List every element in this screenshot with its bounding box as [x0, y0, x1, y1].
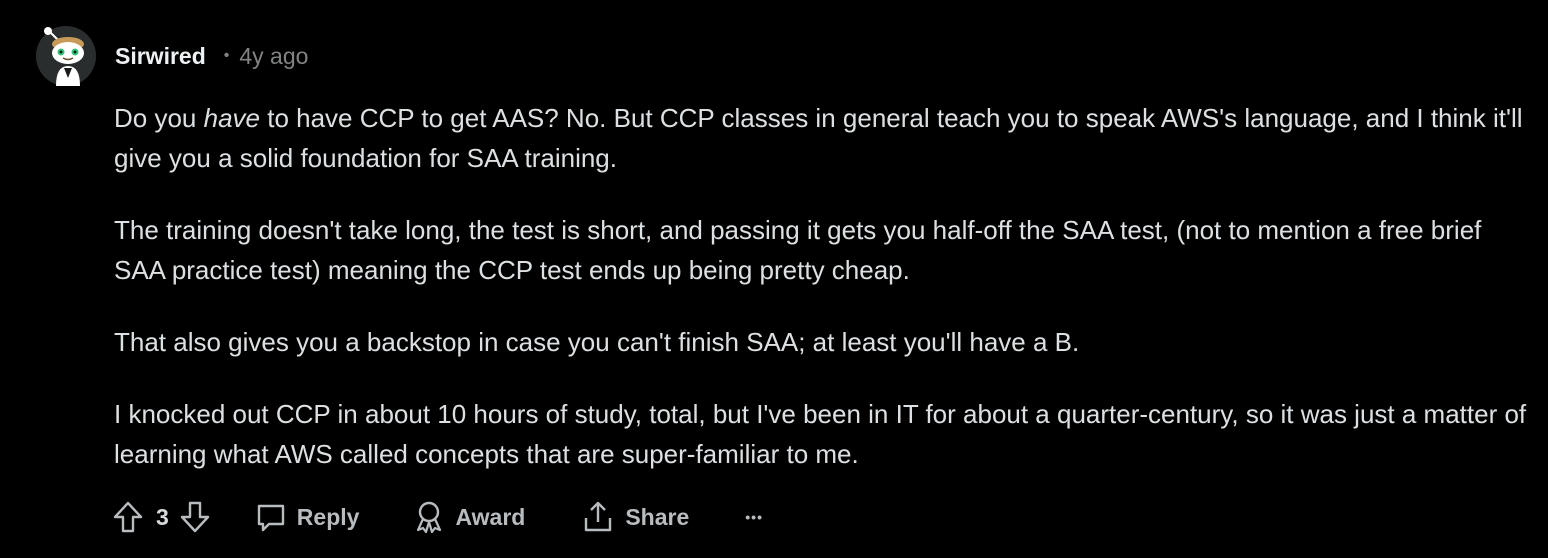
- vote-group: 3: [112, 500, 211, 534]
- arrow-down-icon: [180, 501, 209, 533]
- comment: Sirwired • 4y ago Do you have to have CC…: [0, 0, 1548, 558]
- award-button[interactable]: Award: [413, 500, 525, 534]
- share-label: Share: [625, 503, 690, 530]
- comment-paragraph: The training doesn't take long, the test…: [114, 215, 1482, 285]
- upvote-button[interactable]: [112, 500, 144, 534]
- award-ribbon-icon: [417, 501, 442, 534]
- comment-paragraph: Do you have to have CCP to get AAS? No. …: [114, 98, 1534, 178]
- speech-bubble-icon: [257, 504, 284, 532]
- share-button[interactable]: Share: [581, 500, 689, 534]
- comment-paragraph: I knocked out CCP in about 10 hours of s…: [114, 399, 1527, 469]
- comment-action-bar: 3 Reply Award Share •••: [112, 494, 763, 540]
- paragraph-text: Do you: [114, 103, 204, 133]
- vote-count: 3: [156, 503, 169, 530]
- arrow-up-icon: [113, 501, 143, 533]
- downvote-button[interactable]: [179, 500, 211, 534]
- reply-label: Reply: [296, 503, 360, 530]
- more-options-button[interactable]: •••: [745, 509, 763, 525]
- timestamp[interactable]: 4y ago: [239, 43, 308, 70]
- snoo-avatar-icon: [36, 26, 96, 86]
- comment-paragraph: That also gives you a backstop in case y…: [114, 327, 1080, 357]
- avatar[interactable]: [36, 26, 96, 86]
- comment-body: Do you have to have CCP to get AAS? No. …: [114, 98, 1534, 506]
- reply-button[interactable]: Reply: [255, 501, 360, 533]
- award-label: Award: [455, 503, 526, 530]
- emphasis-text: have: [203, 103, 260, 133]
- ellipsis-icon: •••: [745, 509, 763, 525]
- comment-meta: Sirwired • 4y ago: [115, 40, 308, 72]
- meta-separator: •: [223, 47, 230, 64]
- paragraph-text: to have CCP to get AAS? No. But CCP clas…: [114, 103, 1523, 173]
- share-upload-icon: [585, 501, 612, 532]
- author-username[interactable]: Sirwired: [115, 43, 206, 70]
